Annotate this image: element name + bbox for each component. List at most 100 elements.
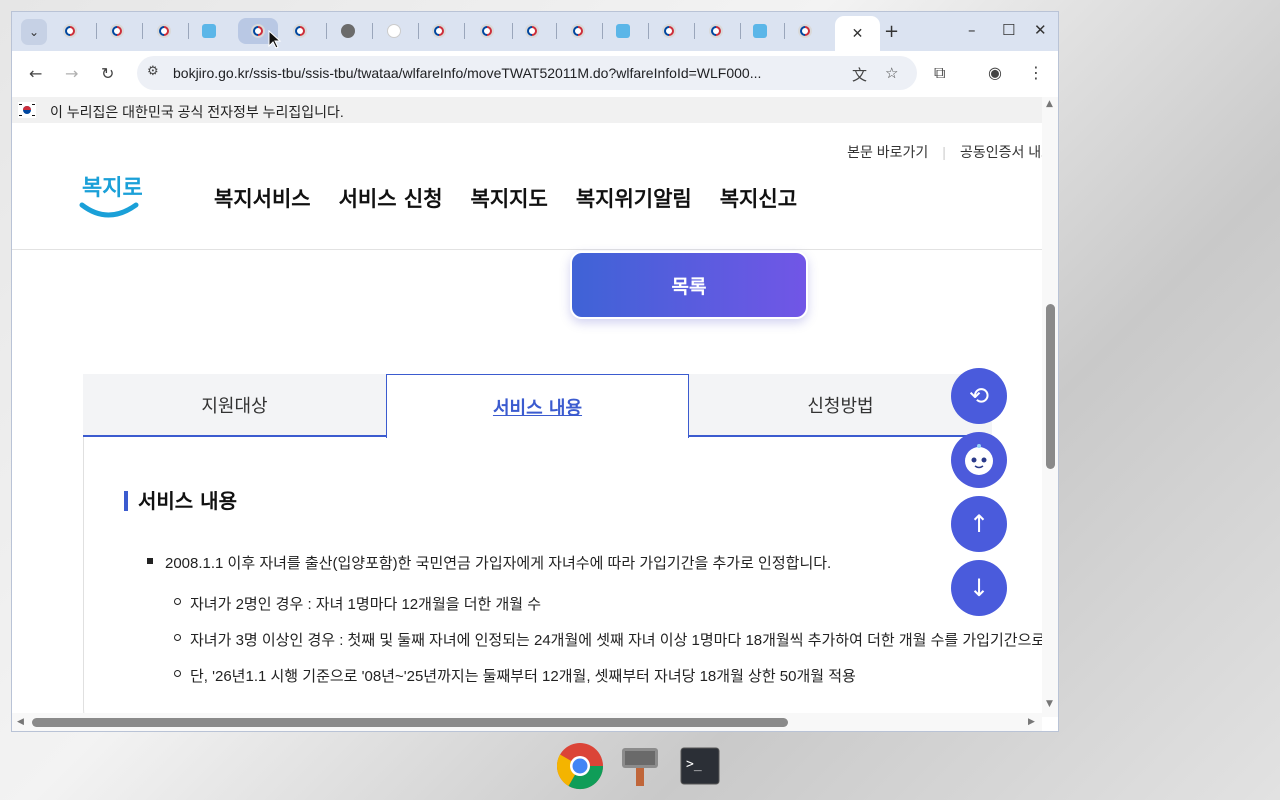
arrow-left-icon: ←: [29, 64, 43, 83]
reload-button[interactable]: ↻: [101, 64, 114, 83]
browser-window: ⌄ ✕ + – ☐ ✕ ← → ↻ ⚙ bokjiro.go.kr/ssis-t…: [11, 11, 1059, 732]
recent-history-button[interactable]: ⟲: [951, 368, 1007, 424]
bokjiro-favicon-icon: [202, 24, 216, 38]
certificate-export-link[interactable]: 공동인증서 내보: [960, 144, 1042, 160]
browser-toolbar: ← → ↻ ⚙ bokjiro.go.kr/ssis-tbu/ssis-tbu/…: [12, 51, 1058, 97]
tab[interactable]: [785, 18, 825, 44]
scroll-left-arrow-icon[interactable]: ◀: [17, 717, 24, 727]
arrow-down-icon: ↓: [968, 574, 990, 602]
tab[interactable]: [558, 18, 598, 44]
tab[interactable]: [419, 18, 459, 44]
terminal-icon: >_: [680, 747, 720, 785]
main-nav: 복지서비스 서비스 신청 복지지도 복지위기알림 복지신고: [214, 183, 825, 213]
nav-welfare-report[interactable]: 복지신고: [720, 187, 797, 211]
horizontal-scrollbar[interactable]: ◀ ▶: [12, 713, 1042, 731]
tab-how-to-apply[interactable]: 신청방법: [689, 374, 992, 437]
tab[interactable]: [467, 18, 507, 44]
gov-emblem-icon: [293, 24, 307, 38]
extensions-icon[interactable]: ⧉: [934, 63, 945, 83]
tool-app-icon: [622, 748, 658, 786]
chatbot-button[interactable]: [951, 432, 1007, 488]
tab[interactable]: [144, 18, 184, 44]
section-title: 서비스 내용: [124, 491, 237, 511]
scroll-bottom-button[interactable]: ↓: [951, 560, 1007, 616]
korea-flag-icon: [18, 102, 36, 118]
nav-service-apply[interactable]: 서비스 신청: [339, 187, 443, 211]
translate-icon[interactable]: 文: [852, 64, 867, 85]
app-dock-icon[interactable]: [614, 740, 666, 792]
back-button[interactable]: ←: [29, 64, 42, 83]
profile-icon[interactable]: ◉: [988, 63, 1002, 82]
tab[interactable]: [696, 18, 736, 44]
gov-emblem-icon: [251, 24, 265, 38]
list-item: 단, '26년1.1 시행 기준으로 '08년~'25년까지는 둘째부터 12개…: [174, 665, 856, 686]
bokjiro-favicon-icon: [753, 24, 767, 38]
gov-emblem-icon: [571, 24, 585, 38]
chrome-dock-icon[interactable]: [554, 740, 606, 792]
list-button[interactable]: 목록: [570, 251, 808, 319]
globe-icon: [341, 24, 355, 38]
gov-banner: 이 누리집은 대한민국 공식 전자정부 누리집입니다.: [12, 97, 1042, 123]
maximize-button[interactable]: ☐: [1002, 21, 1015, 39]
horizontal-scroll-thumb[interactable]: [32, 718, 788, 727]
vertical-scrollbar[interactable]: ▲ ▼: [1042, 97, 1058, 717]
tab[interactable]: [603, 18, 643, 44]
tab-service-content[interactable]: 서비스 내용: [386, 374, 689, 438]
mouse-cursor-icon: [268, 30, 282, 49]
nav-welfare-map[interactable]: 복지지도: [471, 187, 548, 211]
window-close-button[interactable]: ✕: [1034, 21, 1047, 39]
gov-emblem-icon: [110, 24, 124, 38]
tab[interactable]: [280, 18, 320, 44]
gov-emblem-icon: [709, 24, 723, 38]
forward-button[interactable]: →: [65, 64, 78, 83]
nav-crisis-alert[interactable]: 복지위기알림: [576, 187, 692, 211]
tab[interactable]: [50, 18, 90, 44]
list-item: 자녀가 2명인 경우 : 자녀 1명마다 12개월을 더한 개월 수: [174, 593, 541, 614]
skip-to-content-link[interactable]: 본문 바로가기: [847, 144, 928, 160]
scroll-right-arrow-icon[interactable]: ▶: [1028, 717, 1035, 727]
header-divider: [12, 249, 1042, 250]
tab-search-button[interactable]: ⌄: [21, 19, 47, 45]
gov-emblem-icon: [662, 24, 676, 38]
tab[interactable]: [649, 18, 689, 44]
nav-welfare-services[interactable]: 복지서비스: [214, 187, 311, 211]
gov-emblem-icon: [525, 24, 539, 38]
page-viewport: 이 누리집은 대한민국 공식 전자정부 누리집입니다. 본문 바로가기 | 공동인증…: [12, 97, 1042, 717]
tab[interactable]: [97, 18, 137, 44]
tab[interactable]: [512, 18, 552, 44]
menu-icon[interactable]: ⋮: [1028, 63, 1044, 82]
arrow-up-icon: ↑: [968, 510, 990, 538]
url-text[interactable]: bokjiro.go.kr/ssis-tbu/ssis-tbu/twataa/w…: [173, 65, 853, 81]
close-icon[interactable]: ✕: [852, 26, 864, 42]
reload-icon: ↻: [101, 64, 115, 83]
tab-strip: ⌄ ✕ + – ☐ ✕: [12, 12, 1058, 51]
bokjiro-logo[interactable]: 복지로: [78, 167, 142, 227]
vertical-scroll-thumb[interactable]: [1046, 304, 1055, 469]
arrow-right-icon: →: [65, 64, 79, 83]
svg-text:>_: >_: [686, 757, 702, 772]
tab[interactable]: [374, 18, 414, 44]
site-favicon-icon: [387, 24, 401, 38]
tab[interactable]: [328, 18, 368, 44]
gov-emblem-icon: [480, 24, 494, 38]
gov-emblem-icon: [798, 24, 812, 38]
scroll-down-arrow-icon[interactable]: ▼: [1046, 699, 1053, 709]
history-icon: ⟲: [968, 382, 990, 410]
tab-eligibility[interactable]: 지원대상: [83, 374, 386, 437]
scroll-top-button[interactable]: ↑: [951, 496, 1007, 552]
content-tabs: 지원대상 서비스 내용 신청방법: [83, 374, 1042, 438]
active-tab[interactable]: ✕: [835, 16, 880, 51]
minimize-button[interactable]: –: [968, 21, 976, 39]
site-info-icon[interactable]: ⚙: [147, 64, 159, 79]
utility-links: 본문 바로가기|공동인증서 내보: [833, 142, 1042, 162]
tab[interactable]: [740, 18, 780, 44]
list-item: 자녀가 3명 이상인 경우 : 첫째 및 둘째 자녀에 인정되는 24개월에 셋…: [174, 629, 1042, 650]
chrome-icon: [556, 743, 604, 790]
terminal-dock-icon[interactable]: >_: [674, 740, 726, 792]
scroll-up-arrow-icon[interactable]: ▲: [1046, 99, 1053, 109]
address-bar[interactable]: ⚙ bokjiro.go.kr/ssis-tbu/ssis-tbu/twataa…: [137, 56, 917, 90]
bookmark-star-icon[interactable]: ☆: [885, 64, 898, 82]
bokjiro-favicon-icon: [616, 24, 630, 38]
new-tab-button[interactable]: +: [884, 21, 899, 42]
tab[interactable]: [189, 18, 229, 44]
